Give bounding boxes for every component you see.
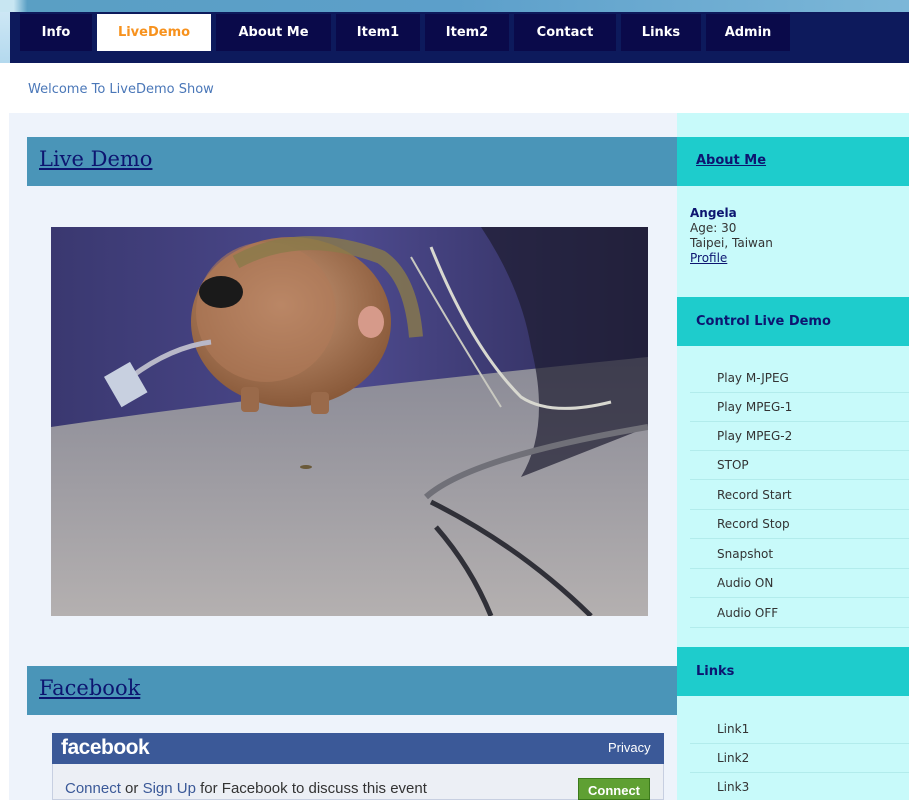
control-play-mpeg1[interactable]: Play MPEG-1 (690, 393, 909, 422)
facebook-connect-link[interactable]: Connect (65, 780, 121, 797)
about-me-info: Angela Age: 30 Taipei, Taiwan Profile (690, 206, 773, 266)
control-snapshot[interactable]: Snapshot (690, 540, 909, 569)
welcome-text: Welcome To LiveDemo Show (28, 82, 214, 97)
top-strip (0, 0, 909, 12)
links-title: Links (696, 664, 735, 679)
about-me-header: About Me (677, 137, 909, 186)
facebook-logo: facebook (61, 736, 150, 759)
tab-links[interactable]: Links (621, 14, 701, 51)
facebook-prompt-rest: for Facebook to discuss this event (195, 780, 427, 797)
tab-about-me[interactable]: About Me (216, 14, 331, 51)
live-video[interactable] (51, 227, 648, 616)
sidebar-link-3[interactable]: Link3 (690, 773, 909, 802)
tab-item1[interactable]: Item1 (336, 14, 420, 51)
tab-admin[interactable]: Admin (706, 14, 790, 51)
video-frame (51, 227, 648, 616)
profile-link[interactable]: Profile (690, 251, 773, 266)
sidebar-link-1[interactable]: Link1 (690, 715, 909, 744)
control-header: Control Live Demo (677, 297, 909, 346)
control-play-mpeg2[interactable]: Play MPEG-2 (690, 422, 909, 451)
sidebar-link-2[interactable]: Link2 (690, 744, 909, 773)
facebook-connect-button[interactable]: Connect (578, 778, 650, 800)
facebook-or-text: or (120, 780, 143, 797)
about-me-title[interactable]: About Me (696, 153, 766, 168)
facebook-privacy-link[interactable]: Privacy (608, 740, 651, 755)
tab-info[interactable]: Info (20, 14, 92, 51)
control-record-start[interactable]: Record Start (690, 481, 909, 510)
live-demo-title[interactable]: Live Demo (39, 147, 152, 171)
facebook-prompt: Connect or Sign Up for Facebook to discu… (65, 780, 427, 797)
control-record-stop[interactable]: Record Stop (690, 510, 909, 539)
links-header: Links (677, 647, 909, 696)
nav-left-edge (0, 12, 10, 63)
control-play-mjpeg[interactable]: Play M-JPEG (690, 364, 909, 393)
live-demo-header: Live Demo (27, 137, 677, 186)
facebook-header: Facebook (27, 666, 677, 715)
facebook-title[interactable]: Facebook (39, 676, 140, 700)
control-audio-on[interactable]: Audio ON (690, 569, 909, 598)
control-audio-off[interactable]: Audio OFF (690, 599, 909, 628)
control-stop[interactable]: STOP (690, 451, 909, 480)
tab-item2[interactable]: Item2 (425, 14, 509, 51)
facebook-signup-link[interactable]: Sign Up (143, 780, 196, 797)
control-title: Control Live Demo (696, 314, 831, 329)
tab-livedemo[interactable]: LiveDemo (97, 14, 211, 51)
profile-location: Taipei, Taiwan (690, 236, 773, 250)
profile-name: Angela (690, 206, 737, 220)
profile-age: Age: 30 (690, 221, 737, 235)
tab-contact[interactable]: Contact (514, 14, 616, 51)
